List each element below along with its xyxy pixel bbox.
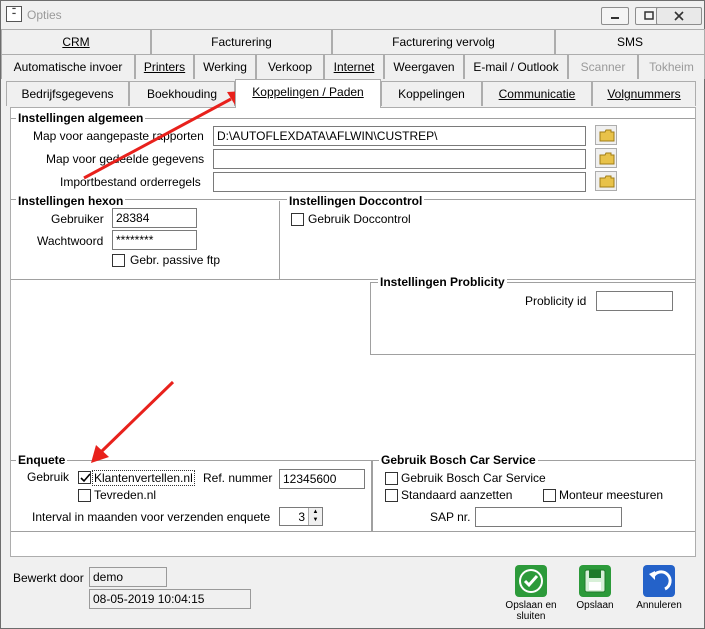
arrow-to-checkbox [91,380,175,463]
options-window: ▪▪ ▪▪ Opties CRM Facturering Facturering … [0,0,705,629]
arrow-to-tab [83,91,245,180]
tab-koppelingen-paden[interactable]: Koppelingen / Paden [235,79,381,108]
